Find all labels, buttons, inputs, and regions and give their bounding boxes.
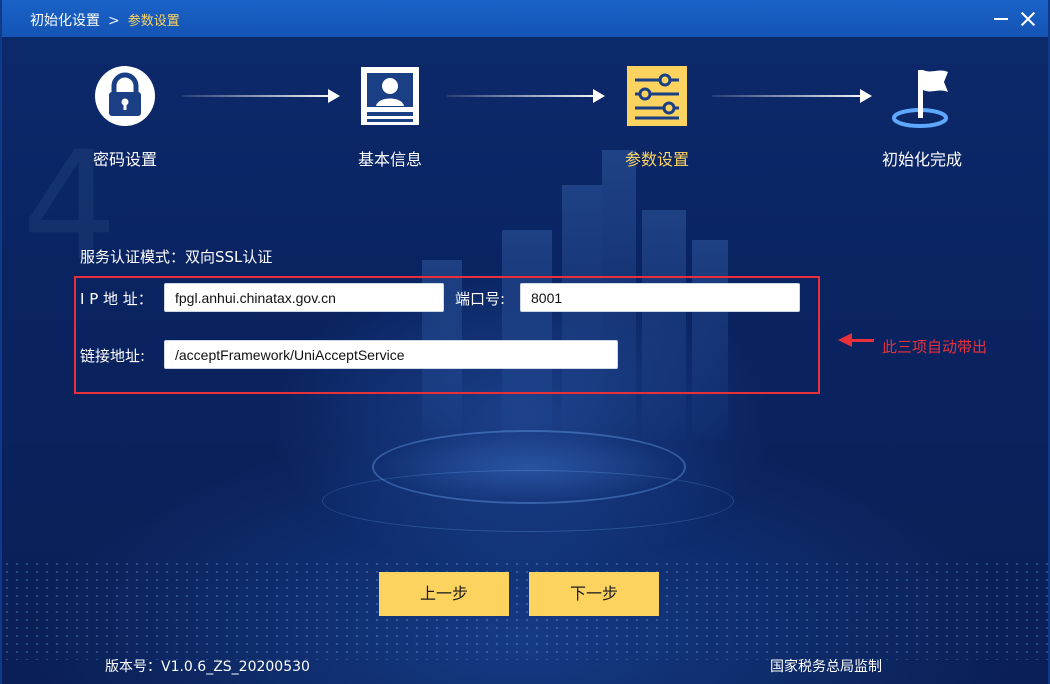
link-label: 链接地址: (80, 347, 146, 365)
breadcrumb-current: 参数设置 (127, 14, 180, 29)
step-arrow (182, 89, 340, 103)
step-label: 参数设置 (624, 150, 689, 169)
step-parameters: 参数设置 (597, 64, 717, 170)
id-card-icon (358, 64, 422, 128)
step-label: 初始化完成 (881, 150, 962, 169)
previous-step-button[interactable]: 上一步 (379, 572, 509, 616)
minimize-icon[interactable] (992, 9, 1012, 29)
version-text: 版本号：V1.0.6_ZS_20200530 (105, 659, 310, 675)
step-label: 密码设置 (92, 150, 157, 169)
setup-window: 4 初始化设置 > 参数设置 密码设置 基本信息 参数设置 初始化完成 服务认证… (0, 0, 1050, 684)
ip-address-field[interactable] (164, 283, 444, 312)
ip-label: I P 地 址： (80, 290, 153, 308)
step-label: 基本信息 (357, 150, 422, 169)
auth-mode-text: 服务认证模式：双向SSL认证 (80, 248, 273, 266)
step-password: 密码设置 (65, 64, 185, 170)
step-arrow (447, 89, 605, 103)
step-arrow (712, 89, 872, 103)
breadcrumb: 初始化设置 > 参数设置 (30, 10, 180, 30)
port-label: 端口号: (455, 290, 506, 308)
lock-icon (93, 64, 157, 128)
supervision-text: 国家税务总局监制 (770, 659, 882, 675)
step-basic-info: 基本信息 (330, 64, 450, 170)
next-step-button[interactable]: 下一步 (529, 572, 659, 616)
breadcrumb-separator: > (108, 13, 120, 29)
annotation-arrow-icon (838, 333, 874, 347)
annotation-note: 此三项自动带出 (882, 338, 988, 356)
step-complete: 初始化完成 (862, 64, 982, 170)
port-field[interactable] (520, 283, 800, 312)
title-bar: 初始化设置 > 参数设置 (2, 0, 1048, 37)
sliders-icon (625, 64, 689, 128)
breadcrumb-root: 初始化设置 (30, 13, 100, 29)
close-icon[interactable] (1018, 9, 1038, 29)
link-address-field[interactable] (164, 340, 618, 369)
flag-icon (890, 64, 954, 128)
